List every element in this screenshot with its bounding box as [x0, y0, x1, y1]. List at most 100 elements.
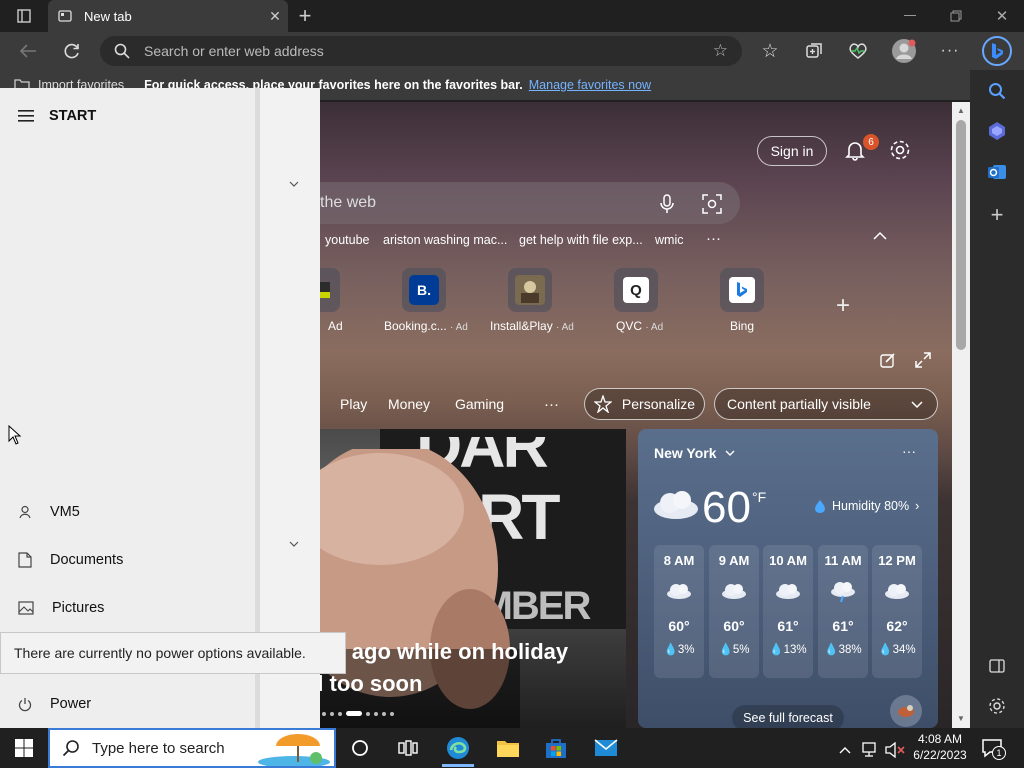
volume-muted-icon[interactable] — [884, 738, 906, 762]
cloudy-icon — [763, 582, 813, 604]
hourly-forecast-card: 10 AM 61° 💧13% — [763, 545, 813, 678]
start-menu-expand-button[interactable]: START — [18, 108, 96, 124]
file-explorer-icon[interactable] — [496, 736, 520, 760]
edge-browser-icon[interactable] — [442, 736, 474, 767]
add-favorite-star-icon[interactable]: ☆ — [713, 41, 728, 61]
network-icon[interactable] — [860, 738, 882, 762]
bing-chat-icon[interactable] — [982, 36, 1012, 66]
hero-news-card[interactable]: DAR THIRT CEMBER de ago while on holiday… — [310, 429, 626, 728]
add-quick-link-icon[interactable]: + — [836, 292, 850, 320]
page-scrollbar[interactable]: ▲ ▼ — [952, 102, 970, 728]
address-bar[interactable]: Search or enter web address ☆ — [100, 36, 742, 66]
close-tab-icon[interactable]: ✕ — [262, 8, 288, 25]
taskbar-search-box[interactable]: Type here to search — [48, 728, 336, 768]
start-item-power[interactable]: Power — [18, 696, 91, 712]
carousel-dots[interactable] — [322, 711, 394, 716]
weather-card[interactable]: New York ··· 60 °F Humidity 80% › 8 AM 6… — [638, 429, 938, 728]
back-icon[interactable] — [14, 32, 42, 70]
quick-link-bing[interactable] — [720, 268, 764, 312]
restore-icon[interactable] — [942, 0, 970, 32]
hour-temp: 61° — [777, 618, 799, 634]
notifications-bell-icon[interactable]: 6 — [843, 134, 879, 164]
humidity-link[interactable]: Humidity 80% › — [814, 499, 919, 513]
expand-chevron-down-icon[interactable] — [289, 181, 299, 188]
clock-time: 4:08 AM — [917, 732, 963, 746]
sidebar-add-icon[interactable]: + — [984, 202, 1010, 228]
browser-essentials-icon[interactable] — [845, 38, 871, 64]
manage-favorites-link[interactable]: Manage favorites now — [529, 78, 651, 92]
mail-icon[interactable] — [594, 736, 618, 760]
suggestion-4[interactable]: wmic — [655, 233, 683, 247]
quick-link-bing-label: Bing — [730, 319, 755, 333]
weather-animation-icon[interactable] — [890, 695, 922, 727]
visual-search-icon[interactable] — [702, 194, 722, 217]
page-settings-icon[interactable] — [888, 138, 912, 165]
favorites-icon[interactable]: ☆ — [757, 38, 783, 64]
scroll-up-icon[interactable]: ▲ — [957, 106, 965, 115]
suggestion-2[interactable]: ariston washing mac... — [383, 233, 507, 247]
quick-link-booking[interactable]: B. — [402, 268, 446, 312]
hero-headline-2: d too soon — [310, 671, 423, 696]
sidebar-settings-icon[interactable] — [984, 693, 1010, 719]
cortana-icon[interactable] — [348, 736, 372, 760]
sidebar-search-icon[interactable] — [984, 78, 1010, 104]
see-full-forecast-button[interactable]: See full forecast — [732, 705, 844, 728]
system-clock[interactable]: 4:08 AM 6/22/2023 — [912, 731, 968, 763]
expand-chevron-down-icon[interactable] — [289, 541, 299, 548]
hour-temp: 60° — [723, 618, 745, 634]
nav-money[interactable]: Money — [388, 396, 430, 412]
start-item-user[interactable]: VM5 — [18, 504, 80, 520]
suggestion-3[interactable]: get help with file exp... — [519, 233, 643, 247]
scroll-down-icon[interactable]: ▼ — [957, 714, 965, 723]
show-hidden-icons-chevron-icon[interactable] — [836, 738, 854, 762]
edge-sidebar: + — [970, 70, 1024, 728]
new-tab-button[interactable]: + — [292, 0, 318, 32]
weather-more-icon[interactable]: ··· — [902, 443, 916, 459]
microsoft-store-icon[interactable] — [544, 736, 568, 760]
start-item-documents[interactable]: Documents — [18, 552, 123, 568]
sidebar-copilot-icon[interactable] — [984, 118, 1010, 144]
weather-location-dropdown[interactable]: New York — [654, 445, 735, 461]
more-options-icon[interactable]: ··· — [937, 38, 963, 64]
cloudy-icon — [709, 582, 759, 604]
nav-play[interactable]: Play — [340, 396, 367, 412]
start-item-pictures[interactable]: Pictures — [18, 600, 104, 616]
sign-in-button[interactable]: Sign in — [757, 136, 827, 166]
sidebar-outlook-icon[interactable] — [984, 159, 1010, 185]
personalize-button[interactable]: Personalize — [584, 388, 705, 420]
suggestion-1[interactable]: youtube — [325, 233, 369, 247]
power-icon — [18, 697, 32, 711]
hour-label: 12 PM — [878, 553, 916, 568]
more-suggestions-icon[interactable]: ··· — [706, 230, 721, 247]
fullscreen-icon[interactable] — [915, 352, 931, 371]
scrollbar-thumb[interactable] — [956, 120, 966, 350]
profile-avatar-icon[interactable] — [891, 38, 917, 64]
close-window-icon[interactable]: ✕ — [988, 0, 1016, 32]
content-visibility-dropdown[interactable]: Content partially visible — [714, 388, 938, 420]
hour-temp: 60° — [668, 618, 690, 634]
taskbar-search-placeholder: Type here to search — [92, 739, 225, 757]
windows-start-icon[interactable] — [12, 736, 36, 760]
new-tab-page-icon — [58, 10, 72, 22]
task-view-icon[interactable] — [396, 736, 420, 760]
quick-link-install-play[interactable] — [508, 268, 552, 312]
quick-link-qvc[interactable]: Q — [614, 268, 658, 312]
web-search-box[interactable]: the web — [300, 182, 740, 224]
collapse-chevron-up-icon[interactable] — [873, 228, 887, 244]
tab-title: New tab — [84, 8, 132, 24]
nav-more-icon[interactable]: ··· — [544, 396, 559, 413]
edit-background-icon[interactable] — [880, 352, 896, 371]
cloudy-icon — [654, 582, 704, 604]
minimize-icon[interactable] — [896, 0, 924, 32]
tab-new-tab[interactable]: New tab ✕ — [48, 0, 288, 32]
voice-search-icon[interactable] — [660, 194, 674, 217]
tab-actions-icon[interactable] — [10, 0, 38, 32]
collections-icon[interactable] — [801, 38, 827, 64]
sidebar-split-icon[interactable] — [984, 653, 1010, 679]
user-name: VM5 — [50, 504, 80, 520]
refresh-icon[interactable] — [58, 32, 86, 70]
cloudy-weather-icon — [654, 491, 698, 519]
nav-gaming[interactable]: Gaming — [455, 396, 504, 412]
action-center-badge: 1 — [992, 746, 1006, 760]
action-center-icon[interactable]: 1 — [980, 736, 1006, 760]
